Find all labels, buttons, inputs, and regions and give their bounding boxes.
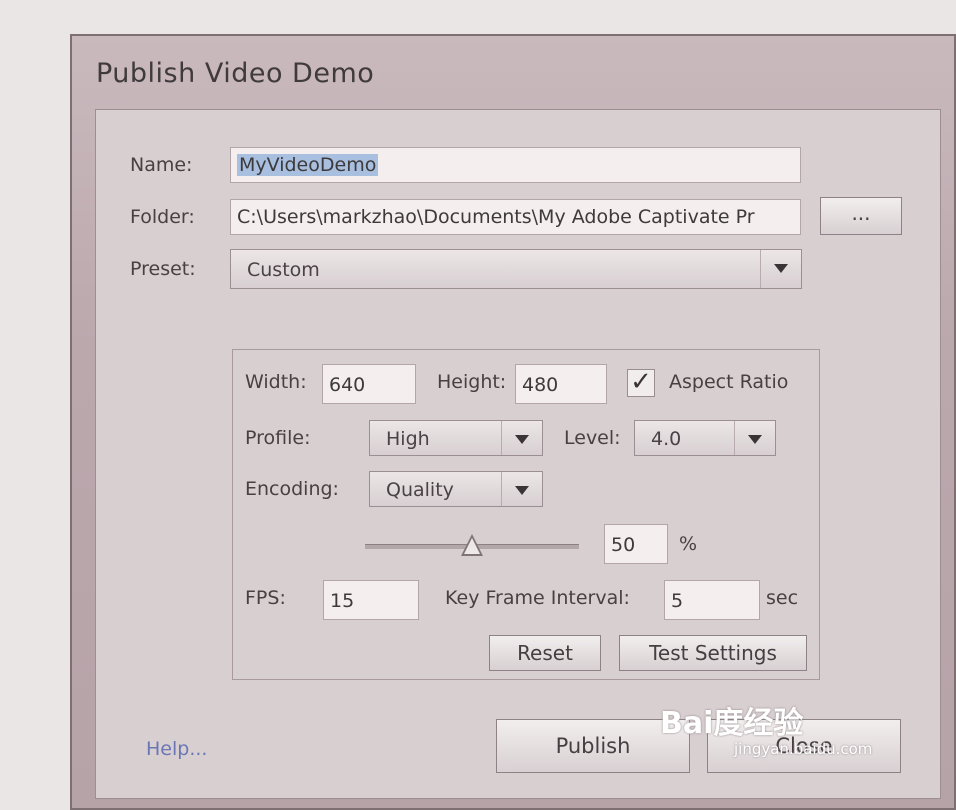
chevron-down-icon xyxy=(501,421,542,455)
key-frame-interval-input[interactable]: 5 xyxy=(664,580,760,620)
watermark-url: jingyan.baidu.com xyxy=(734,740,873,758)
encoding-select[interactable]: Quality xyxy=(369,471,543,507)
help-link[interactable]: Help... xyxy=(146,738,207,760)
preset-label: Preset: xyxy=(130,258,196,280)
reset-button[interactable]: Reset xyxy=(489,635,601,671)
level-value: 4.0 xyxy=(651,428,682,450)
name-value: MyVideoDemo xyxy=(237,154,379,176)
profile-label: Profile: xyxy=(245,427,311,449)
level-select[interactable]: 4.0 xyxy=(634,420,776,456)
width-input[interactable]: 640 xyxy=(322,364,416,404)
slider-thumb-icon[interactable] xyxy=(461,534,483,556)
chevron-down-icon xyxy=(760,250,801,288)
level-label: Level: xyxy=(564,427,621,449)
quality-input[interactable]: 50 xyxy=(604,524,668,564)
key-frame-interval-unit: sec xyxy=(766,587,799,609)
profile-value: High xyxy=(386,428,430,450)
baidu-watermark: Bai度经验 jingyan.baidu.com xyxy=(660,698,872,758)
name-label: Name: xyxy=(130,154,193,176)
browse-button[interactable]: ... xyxy=(820,197,902,235)
key-frame-interval-label: Key Frame Interval: xyxy=(445,587,630,609)
aspect-ratio-checkbox[interactable]: ✓ xyxy=(627,369,655,397)
publish-dialog: Publish Video Demo Name: MyVideoDemo Fol… xyxy=(70,34,956,810)
encoding-label: Encoding: xyxy=(245,478,339,500)
encoding-settings-group: Width: 640 Height: 480 ✓ Aspect Ratio Pr… xyxy=(232,349,820,680)
quality-unit: % xyxy=(679,533,698,555)
dialog-title: Publish Video Demo xyxy=(96,58,375,89)
width-label: Width: xyxy=(245,371,307,393)
encoding-value: Quality xyxy=(386,479,454,501)
folder-input[interactable]: C:\Users\markzhao\Documents\My Adobe Cap… xyxy=(230,199,801,235)
preset-select[interactable]: Custom xyxy=(230,249,802,289)
watermark-logo: Bai度经验 xyxy=(660,706,804,741)
fps-input[interactable]: 15 xyxy=(323,580,419,620)
chevron-down-icon xyxy=(734,421,775,455)
fps-label: FPS: xyxy=(245,587,286,609)
dialog-content: Name: MyVideoDemo Folder: C:\Users\markz… xyxy=(95,109,941,799)
height-input[interactable]: 480 xyxy=(515,364,607,404)
height-label: Height: xyxy=(437,371,507,393)
check-icon: ✓ xyxy=(630,367,652,397)
profile-select[interactable]: High xyxy=(369,420,543,456)
test-settings-button[interactable]: Test Settings xyxy=(619,635,807,671)
folder-label: Folder: xyxy=(130,206,195,228)
name-input[interactable]: MyVideoDemo xyxy=(230,147,801,183)
chevron-down-icon xyxy=(501,472,542,506)
preset-value: Custom xyxy=(247,259,320,281)
aspect-ratio-label: Aspect Ratio xyxy=(669,371,789,393)
